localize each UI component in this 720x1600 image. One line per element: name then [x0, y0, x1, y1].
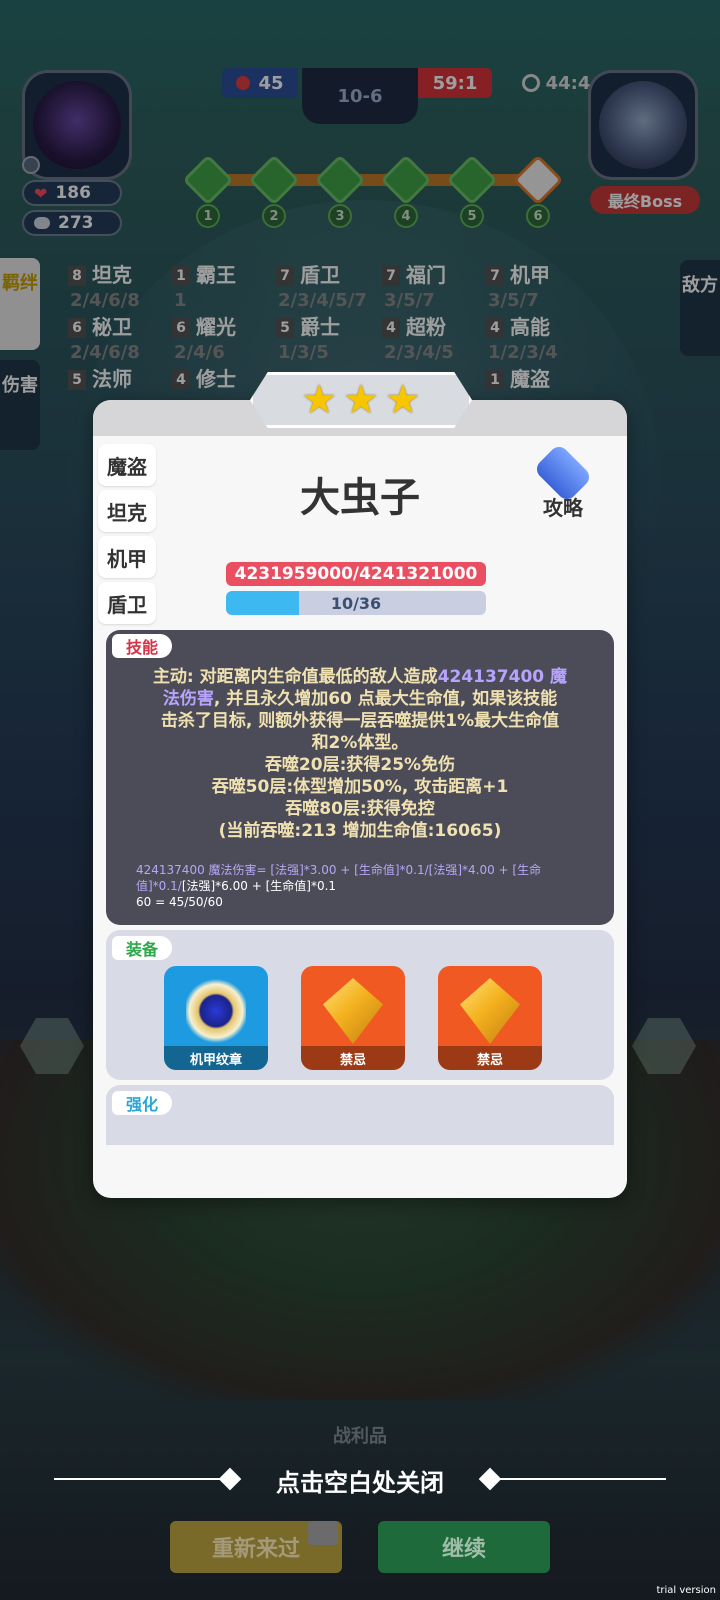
skill-line-3: 击杀了目标, 则额外获得一层吞噬提供1%最大生命值 — [160, 711, 560, 731]
close-hint: 点击空白处关闭 — [276, 1469, 444, 1497]
formula-line-3a: 60 = 45/50/ — [136, 895, 208, 909]
hero-exp-text: 10/36 — [330, 593, 382, 613]
enhance-tag: 强化 — [112, 1091, 173, 1115]
equipment-slot[interactable]: 禁忌 — [301, 966, 405, 1070]
continue-button[interactable]: 继续 — [378, 1521, 550, 1573]
skill-line-6: 吞噬50层:体型增加50%, 攻击距离+1 — [211, 777, 509, 797]
forbidden-gem-icon — [323, 978, 383, 1044]
equipment-name: 禁忌 — [438, 1046, 542, 1070]
skill-tag: 技能 — [112, 634, 173, 658]
skill-line-1a: 主动: 对距离内生命值最低的敌人造成 — [152, 667, 438, 687]
hero-detail-card: 魔盗 坦克 机甲 盾卫 大虫子 攻略 4231959000/4241321000 10… — [93, 400, 627, 1198]
class-tab[interactable]: 盾卫 — [98, 582, 156, 624]
star-icon: ★ — [384, 377, 421, 423]
skill-line-2a: 法伤害 — [162, 689, 214, 709]
video-ad-icon — [308, 1521, 338, 1545]
forbidden-gem-icon — [460, 978, 520, 1044]
close-hint-line-right — [496, 1478, 666, 1480]
equipment-section: 装备 机甲纹章 禁忌 禁忌 — [106, 930, 614, 1080]
hero-hp-bar: 4231959000/4241321000 — [226, 562, 486, 586]
skill-formula: 424137400 魔法伤害= [法强]*3.00 + [生命值]*0.1/[法… — [136, 862, 586, 910]
class-tab[interactable]: 机甲 — [98, 536, 156, 578]
skill-line-7: 吞噬80层:获得免控 — [285, 799, 435, 819]
hero-hp-text: 4231959000/4241321000 — [234, 564, 478, 584]
equipment-name: 机甲纹章 — [164, 1046, 268, 1070]
skill-line-1b: 424137400 魔 — [437, 667, 568, 687]
watermark: trial version — [656, 1585, 716, 1596]
equip-tag: 装备 — [112, 936, 173, 960]
spoils-label: 战利品 — [333, 1426, 387, 1447]
star-icon: ★ — [301, 377, 338, 423]
retry-label: 重新来过 — [211, 1537, 300, 1562]
formula-line-2a: 值]*0.1/ — [136, 879, 182, 893]
formula-line-1: 424137400 魔法伤害= [法强]*3.00 + [生命值]*0.1/[法… — [136, 863, 542, 877]
skill-line-4: 和2%体型。 — [311, 733, 409, 753]
mech-emblem-icon — [186, 978, 246, 1044]
enhance-section: 强化 — [106, 1085, 614, 1145]
hero-exp-bar: 10/36 — [226, 591, 486, 615]
equipment-name: 禁忌 — [301, 1046, 405, 1070]
formula-line-3b: 60 — [207, 895, 223, 909]
equipment-slot[interactable]: 机甲纹章 — [164, 966, 268, 1070]
star-icon: ★ — [343, 377, 379, 423]
skill-section: 技能 主动: 对距离内生命值最低的敌人造成424137400 魔 法伤害, 并且… — [106, 630, 614, 925]
skill-line-2b: , 并且永久增加60 点最大生命值, 如果该技能 — [213, 689, 558, 709]
skill-line-5: 吞噬20层:获得25%免伤 — [264, 755, 456, 775]
equipment-slot[interactable]: 禁忌 — [438, 966, 542, 1070]
skill-line-8: (当前吞噬:213 增加生命值:16065) — [218, 821, 502, 841]
guide-button[interactable]: 攻略 — [525, 443, 601, 530]
star-rating: ★ ★ ★ — [250, 372, 472, 428]
continue-label: 继续 — [441, 1537, 486, 1562]
skill-description: 主动: 对距离内生命值最低的敌人造成424137400 魔 法伤害, 并且永久增… — [136, 666, 584, 842]
formula-line-2b: [法强]*6.00 + [生命值]*0.1 — [181, 879, 337, 893]
